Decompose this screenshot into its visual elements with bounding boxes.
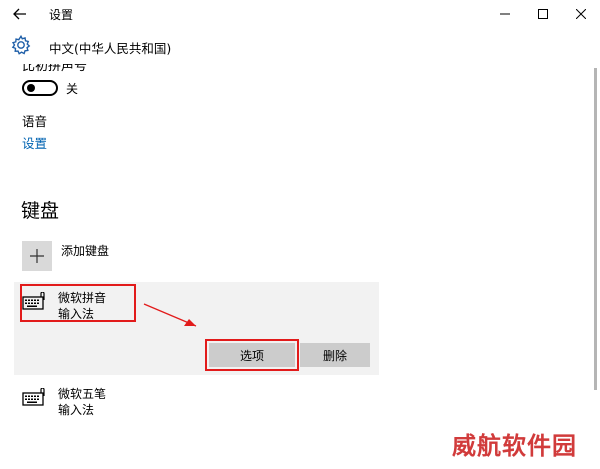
speech-section-label: 语音 (22, 114, 48, 129)
watermark: 威航软件园 (452, 431, 577, 460)
settings-content: 比初拼声号 关 语音 设置 键盘 添加键盘 微软拼音 输入法 选项 删除 微软五… (0, 64, 588, 469)
speech-settings-link[interactable]: 设置 (22, 133, 47, 152)
toggle-setting-label: 比初拼声号 (22, 64, 88, 74)
gear-icon (11, 34, 31, 55)
settings-window: 设置 中文(中华人民共和国) 比初拼声号 关 语音 设置 键盘 添加键盘 微软拼… (0, 0, 600, 469)
add-keyboard-label[interactable]: 添加键盘 (61, 242, 109, 259)
window-controls (486, 0, 600, 28)
remove-button[interactable]: 删除 (300, 343, 370, 367)
scrollbar-thumb[interactable] (594, 68, 597, 390)
page-header: 中文(中华人民共和国) (0, 28, 600, 64)
minimize-button[interactable] (486, 0, 524, 28)
annotation-button-highlight (205, 339, 299, 371)
title-bar: 设置 (0, 0, 600, 28)
plus-icon (30, 249, 44, 263)
page-title: 中文(中华人民共和国) (49, 41, 172, 56)
keyboard-name-line1[interactable]: 微软五笔 (58, 386, 106, 402)
vertical-scrollbar[interactable] (588, 64, 600, 469)
add-keyboard-button[interactable] (22, 241, 52, 271)
close-button[interactable] (562, 0, 600, 28)
back-arrow-icon (13, 8, 26, 20)
keyboard-icon (22, 388, 45, 406)
maximize-icon (538, 9, 548, 19)
close-icon (576, 9, 586, 19)
minimize-icon (500, 13, 510, 15)
app-title: 设置 (49, 8, 74, 22)
annotation-highlight-box (20, 284, 136, 322)
toggle-switch[interactable] (22, 80, 58, 96)
maximize-button[interactable] (524, 0, 562, 28)
back-button[interactable] (8, 4, 32, 24)
keyboard-name-line2: 输入法 (58, 403, 95, 417)
keyboard-heading: 键盘 (21, 200, 60, 222)
toggle-knob (27, 84, 35, 92)
toggle-state-label: 关 (66, 82, 79, 96)
